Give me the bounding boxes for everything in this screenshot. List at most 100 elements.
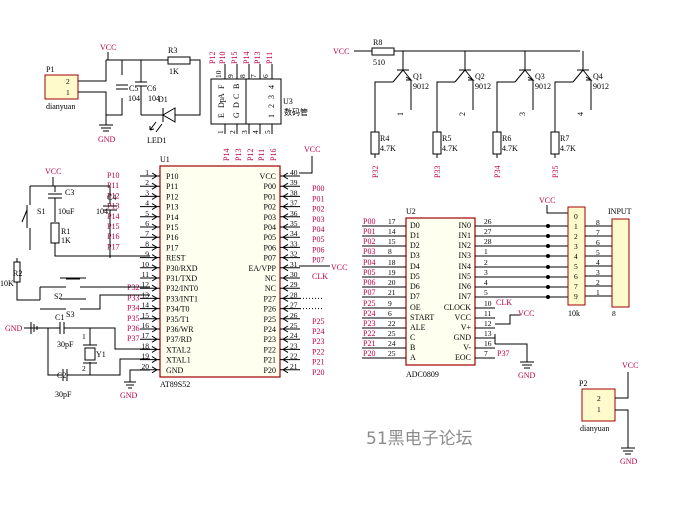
u3-top-label: P12 [208,52,217,64]
u1-left-pin-num: 14 [142,301,150,310]
u3-bottom-label: P12 [246,149,255,161]
u3-top-pin: 8 [238,74,247,78]
u1-right-pin-num: 31 [290,260,298,269]
input-pin-num: 1 [596,288,600,297]
u1-left-net: P32 [127,283,139,292]
r1-resistor [50,222,60,244]
r3-resistor [167,56,191,65]
u1-left-pin-name: P37/RD [166,335,192,344]
u2-right-pin-num: 16 [484,339,492,348]
u2-left-net: P02 [363,237,375,246]
u3-top-label: P13 [253,52,262,64]
transistor-ref: Q4 [593,72,603,81]
u3-top-pin: 7 [249,74,258,78]
u1-left-pin-name: XTAL1 [166,356,191,365]
input-connector [611,218,630,308]
led1-ref: LED1 [147,136,167,145]
p2-name: dianyuan [580,424,609,433]
u1-left-pin-name: P34/T0 [166,305,190,314]
u3-top-pin: 10 [214,70,223,78]
u2-left-net: P05 [363,268,375,277]
u1-left-pin-name: P31/TXD [166,274,197,283]
u2-left-pin-name: D3 [410,251,420,260]
transistor-drivers: Q190121R44.7KP32Q290122R54.7KP33Q390123R… [370,51,609,178]
u2-left-pin-num: 25 [388,349,396,358]
u1-right-pin-name: P07 [264,254,276,263]
digit-driver-section: VCC R8 510 Q190121R44.7KP32Q290122R54.7K… [333,38,609,178]
u3-left-letter: Dp [217,98,226,108]
u1-left-pin-name: P30/RXD [166,264,198,273]
transistor-net: P34 [493,166,502,178]
s3-ref: S3 [66,310,74,319]
u1-left-pin-num: 5 [145,209,149,218]
u1-right-pin-name: NC [265,284,276,293]
u1-right-net: P01 [312,194,324,203]
c1-ref: C1 [55,313,64,322]
u1-right-pin-name: P24 [264,325,276,334]
u2-right-pin-num: 7 [484,349,488,358]
vcc-label-drivers: VCC [333,47,349,56]
u1-ref: U1 [160,155,170,164]
u1-right-pin-name: P00 [264,182,276,191]
u1-left-pin-num: 4 [145,199,149,208]
transistor-ref: Q2 [475,72,485,81]
u1-right-pin-num: 28 [290,290,298,299]
power-input-section: 2 1 P1 dianyuan VCC C5 104 C6 104 GND R3… [44,43,201,145]
input-pin-num: 7 [596,228,600,237]
u1-left-pin-num: 7 [145,229,149,238]
u1-right-net: P24 [312,327,324,336]
u1-right-net: P03 [312,215,324,224]
u3-top-net-labels: P12 P10 P15 P14 P13 P11 10 9 8 7 6 [208,52,274,78]
u1-right-pin-num: 37 [290,199,298,208]
u1-left-pin-num: 2 [145,178,149,187]
u1-left-pin-num: 9 [145,250,149,259]
transistor-type: 9012 [475,82,491,91]
c6-ref: C6 [147,84,156,93]
u1-right-net: P07 [312,256,324,265]
u3-right-digit: 4 [267,85,276,89]
transistor-num: 4 [576,112,585,116]
input-pin-num: 3 [596,268,600,277]
u2-left-pin-name: A [410,353,416,362]
u1-right-pin-name: P27 [264,294,276,303]
u3-bottom-pin: 3 [240,130,249,134]
u2-left-pin-name: C [410,333,415,342]
u1-right-pin-num: 21 [290,362,298,371]
r3-ref: R3 [168,46,177,55]
u3-seven-segment-display: U3 数码管 P12 P10 P15 P14 P13 P1110 9 8 7 6 P14 P13 P1… [208,52,308,161]
u1-right-pin-name: P01 [264,192,276,201]
u2-left-pin-num: 14 [388,227,396,236]
p2-ref: P2 [579,379,587,388]
u2-left-pin-num: 15 [388,237,396,246]
u1-left-net: P17 [107,242,119,251]
u1-left-pin-name: P13 [166,203,178,212]
u1-left-net: P15 [107,222,119,231]
input-label: INPUT [608,207,632,216]
u1-left-pin-name: P17 [166,243,178,252]
u3-bottom-pin: 5 [263,130,272,134]
u2-right-pin-name: VCC [455,313,471,322]
u1-right-pin-name: P25 [264,315,276,324]
d1-ref: D1 [158,95,168,104]
u2-left-pin-num: 6 [388,309,392,318]
rpack-pin-num: 1 [574,222,578,231]
transistor-ref: Q3 [535,72,545,81]
u3-bottom-pin: 1 [216,130,225,134]
schematic-canvas: 2 1 P1 dianyuan VCC C5 104 C6 104 GND R3… [0,38,638,466]
u1-left-pin-num: 8 [145,239,149,248]
u1-right-net: P21 [312,358,324,367]
resistor-pack-pins: 012345679 [574,212,578,301]
u3-left-letter: E [217,113,226,118]
r2-ref: R2 [13,269,22,278]
input-pin-num: 8 [596,218,600,227]
u1-name: AT89S52 [160,380,190,389]
vcc-label-ea: VCC [331,263,347,272]
rpack-value: 10k [568,309,580,318]
u2-right-pin-num: 10 [484,299,492,308]
gnd-label-p1: GND [98,135,116,144]
u1-left-pin-name: REST [166,254,186,263]
u1-right-pin-num: 36 [290,209,298,218]
y1-pin-1: 1 [82,332,86,341]
u2-left-pin-name: ALE [410,323,426,332]
u3-bottom-label: P14 [222,149,231,161]
